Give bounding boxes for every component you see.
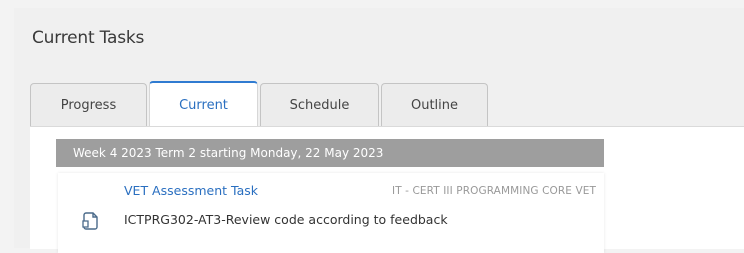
document-icon [80,210,102,232]
current-tasks-panel: Current Tasks Progress Current Schedule … [14,8,744,253]
tab-outline[interactable]: Outline [381,83,488,127]
task-description: ICTPRG302-AT3-Review code according to f… [124,212,448,227]
tab-progress[interactable]: Progress [30,83,147,127]
task-title-link[interactable]: VET Assessment Task [124,183,258,198]
tab-content: Week 4 2023 Term 2 starting Monday, 22 M… [30,126,744,253]
tab-bar: Progress Current Schedule Outline [30,75,490,127]
panel-title: Current Tasks [32,28,145,48]
task-course-label: IT - CERT III PROGRAMMING CORE VET [392,185,596,197]
task-card[interactable]: VET Assessment Task IT - CERT III PROGRA… [58,173,604,253]
week-header: Week 4 2023 Term 2 starting Monday, 22 M… [56,139,604,167]
tab-current[interactable]: Current [149,81,258,127]
tab-schedule[interactable]: Schedule [260,83,379,127]
